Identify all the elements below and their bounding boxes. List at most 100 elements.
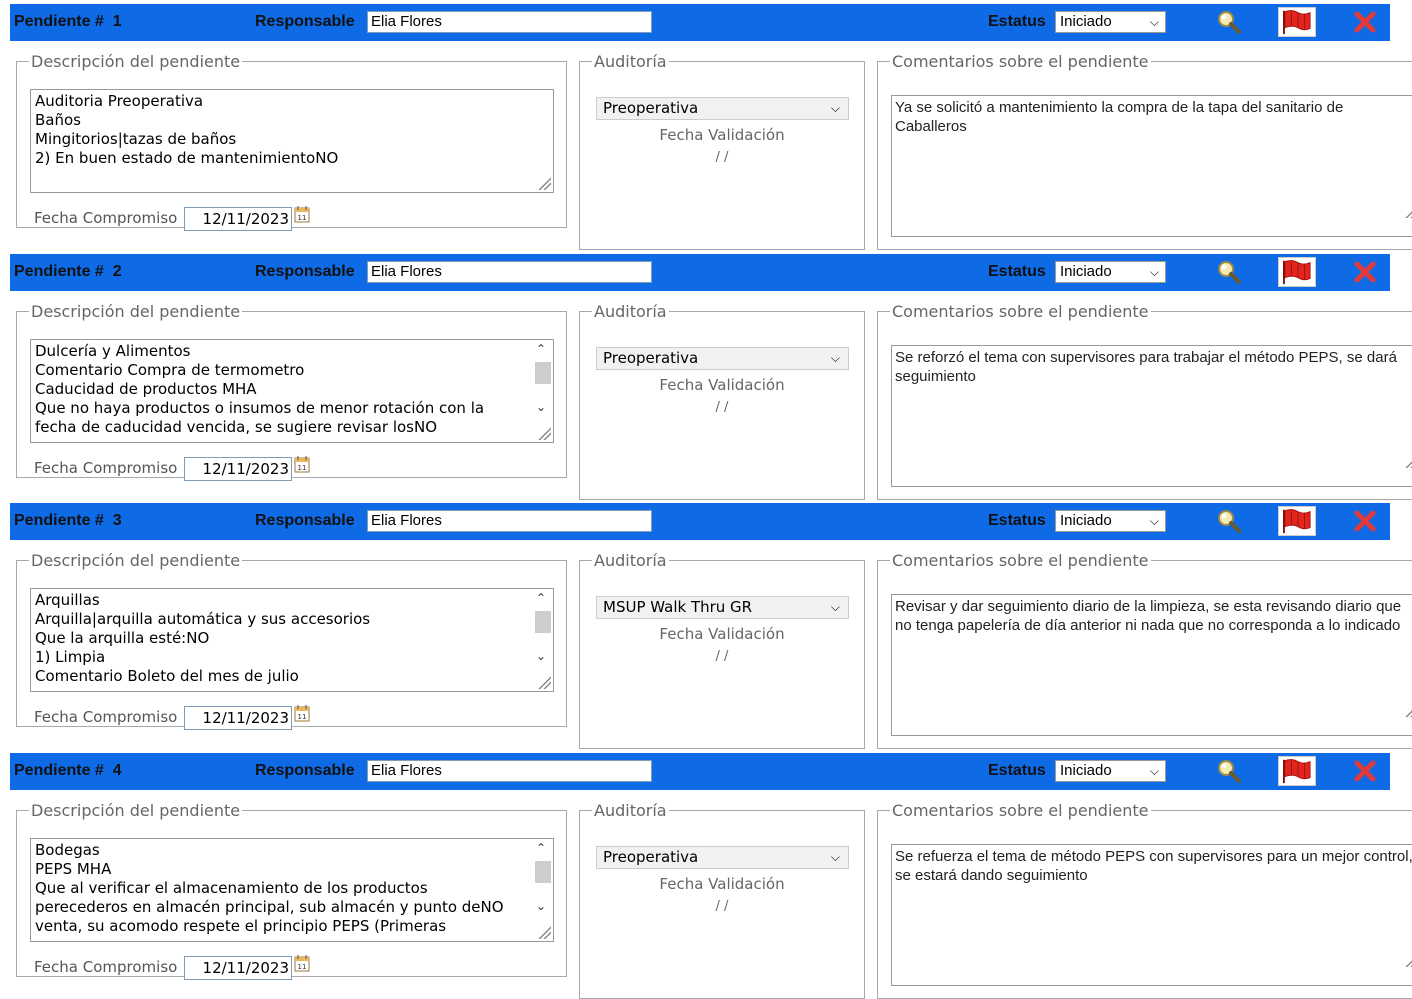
scroll-thumb[interactable] — [535, 611, 551, 633]
auditoria-select[interactable]: Preoperativa ⌵ — [596, 845, 849, 869]
estatus-select[interactable]: Iniciado ⌵ — [1055, 11, 1166, 33]
descripcion-textarea[interactable]: Arquillas Arquilla|arquilla automática y … — [30, 588, 554, 692]
resize-grip-icon[interactable] — [537, 924, 551, 939]
flag-icon[interactable] — [1278, 256, 1316, 287]
close-icon[interactable] — [1352, 9, 1378, 35]
flag-icon[interactable] — [1278, 7, 1316, 37]
chevron-down-icon[interactable]: ⌄ — [536, 897, 546, 916]
descripcion-line: Caducidad de productos MHA — [35, 379, 257, 398]
descripcion-textarea[interactable]: Bodegas PEPS MHA Que al verificar el almac… — [30, 837, 554, 942]
svg-text:11: 11 — [298, 713, 307, 721]
pendiente-header-bar: Pendiente # 4 Responsable Elia Flores Es… — [10, 752, 1390, 790]
estatus-label: Estatus — [988, 262, 1046, 280]
responsable-label: Responsable — [255, 761, 355, 779]
descripcion-lines: Arquillas Arquilla|arquilla automática y … — [35, 591, 549, 686]
fecha-compromiso-input[interactable]: 12/11/2023 — [184, 456, 292, 481]
resize-grip-icon[interactable] — [1404, 453, 1412, 468]
responsable-input[interactable]: Elia Flores — [367, 260, 652, 283]
chevron-up-icon[interactable]: ⌃ — [536, 839, 546, 858]
comentarios-textarea[interactable]: Revisar y dar seguimiento diario de la l… — [891, 594, 1412, 736]
pendiente-number: Pendiente # 4 — [14, 761, 122, 779]
comentarios-legend: Comentarios sobre el pendiente — [892, 800, 1149, 820]
estatus-label: Estatus — [988, 13, 1046, 30]
auditoria-select[interactable]: Preoperativa ⌵ — [596, 97, 849, 120]
resize-grip-icon[interactable] — [1404, 703, 1412, 717]
estatus-value: Iniciado — [1060, 13, 1112, 30]
auditoria-select[interactable]: Preoperativa ⌵ — [596, 346, 849, 370]
estatus-value: Iniciado — [1060, 512, 1112, 529]
close-icon[interactable] — [1352, 758, 1378, 784]
auditoria-legend: Auditoría — [594, 301, 667, 321]
flag-icon[interactable] — [1278, 506, 1316, 536]
descripcion-line: Baños — [35, 111, 81, 129]
descripcion-fieldset: Descripción del pendiente Bodegas PEPS MH… — [16, 800, 567, 980]
responsable-input[interactable]: Elia Flores — [367, 510, 652, 532]
calendar-icon[interactable]: 11 — [294, 704, 310, 722]
auditoria-select[interactable]: MSUP Walk Thru GR ⌵ — [596, 596, 849, 619]
chevron-down-icon[interactable]: ⌄ — [536, 647, 546, 666]
search-icon[interactable] — [1216, 259, 1242, 285]
estatus-select[interactable]: Iniciado ⌵ — [1055, 510, 1166, 532]
estatus-label: Estatus — [988, 512, 1046, 529]
descripcion-fieldset: Descripción del pendiente Auditoria Preo… — [16, 52, 567, 231]
descripcion-textarea[interactable]: Dulcería y Alimentos Comentario Compra de… — [30, 338, 554, 443]
descripcion-line: 2) En buen estado de mantenimientoNO — [35, 149, 339, 167]
pendiente-block: Pendiente # 2 Responsable Elia Flores Es… — [0, 250, 1412, 500]
pendiente-number: Pendiente # 3 — [14, 512, 122, 529]
chevron-down-icon: ⌵ — [1149, 15, 1159, 29]
estatus-select[interactable]: Iniciado ⌵ — [1055, 260, 1166, 283]
search-icon[interactable] — [1216, 508, 1242, 534]
descripcion-legend: Descripción del pendiente — [31, 301, 241, 321]
comentarios-fieldset: Comentarios sobre el pendiente Se refuer… — [877, 800, 1412, 999]
estatus-select[interactable]: Iniciado ⌵ — [1055, 759, 1166, 782]
descripcion-line: Dulcería y Alimentos — [35, 341, 191, 360]
search-icon[interactable] — [1216, 758, 1242, 784]
descripcion-line: Auditoria Preoperativa — [35, 92, 204, 110]
fecha-compromiso-input[interactable]: 12/11/2023 — [184, 207, 292, 231]
fecha-compromiso-label: Fecha Compromiso — [34, 458, 178, 477]
descripcion-legend: Descripción del pendiente — [31, 52, 241, 71]
resize-grip-icon[interactable] — [537, 425, 551, 440]
pendiente-number: Pendiente # 1 — [14, 13, 122, 30]
resize-grip-icon[interactable] — [537, 176, 551, 190]
comentarios-textarea[interactable]: Se refuerza el tema de método PEPS con s… — [891, 843, 1412, 986]
resize-grip-icon[interactable] — [1404, 952, 1412, 967]
close-icon[interactable] — [1352, 259, 1378, 285]
calendar-icon[interactable]: 11 — [294, 455, 310, 473]
scroll-thumb[interactable] — [535, 361, 551, 384]
resize-grip-icon[interactable] — [537, 675, 551, 689]
chevron-down-icon[interactable]: ⌄ — [536, 398, 546, 417]
responsable-input[interactable]: Elia Flores — [367, 759, 652, 782]
responsable-input[interactable]: Elia Flores — [367, 11, 652, 33]
fecha-compromiso-input[interactable]: 12/11/2023 — [184, 706, 292, 730]
pendiente-header-bar: Pendiente # 1 Responsable Elia Flores Es… — [10, 4, 1390, 41]
search-icon[interactable] — [1216, 9, 1242, 35]
fecha-compromiso-input[interactable]: 12/11/2023 — [184, 955, 292, 980]
comentarios-textarea[interactable]: Se reforzó el tema con supervisores para… — [891, 344, 1412, 487]
scroll-thumb[interactable] — [535, 860, 551, 883]
descripcion-line: PEPS MHA — [35, 859, 112, 878]
descripcion-textarea[interactable]: Auditoria Preoperativa Baños Mingitorios|t… — [30, 89, 554, 193]
close-icon[interactable] — [1352, 508, 1378, 534]
calendar-icon[interactable]: 11 — [294, 954, 310, 972]
flag-icon[interactable] — [1278, 755, 1316, 786]
auditoria-fieldset: Auditoría Preoperativa ⌵ Fecha Validación… — [579, 800, 865, 999]
descripcion-line: Arquillas — [35, 591, 100, 609]
fecha-validacion-label: Fecha Validación — [659, 126, 785, 144]
comentarios-fieldset: Comentarios sobre el pendiente Ya se sol… — [877, 52, 1412, 250]
pendiente-header-bar: Pendiente # 2 Responsable Elia Flores Es… — [10, 253, 1390, 291]
estatus-label: Estatus — [988, 761, 1046, 779]
chevron-up-icon[interactable]: ⌃ — [536, 589, 546, 608]
comentarios-textarea[interactable]: Ya se solicitó a mantenimiento la compra… — [891, 95, 1412, 237]
comentarios-legend: Comentarios sobre el pendiente — [892, 52, 1149, 71]
auditoria-value: Preoperativa — [603, 348, 699, 367]
resize-grip-icon[interactable] — [1404, 204, 1412, 218]
responsable-label: Responsable — [255, 13, 355, 30]
chevron-up-icon[interactable]: ⌃ — [536, 340, 546, 359]
descripcion-lines: Dulcería y Alimentos Comentario Compra de… — [35, 342, 549, 437]
descripcion-line: Mingitorios|tazas de baños — [35, 130, 237, 148]
pendiente-block: Pendiente # 3 Responsable Elia Flores Es… — [0, 499, 1412, 749]
chevron-down-icon: ⌵ — [1149, 763, 1159, 778]
calendar-icon[interactable]: 11 — [294, 205, 310, 223]
descripcion-fieldset: Descripción del pendiente Arquillas Arqui… — [16, 551, 567, 730]
